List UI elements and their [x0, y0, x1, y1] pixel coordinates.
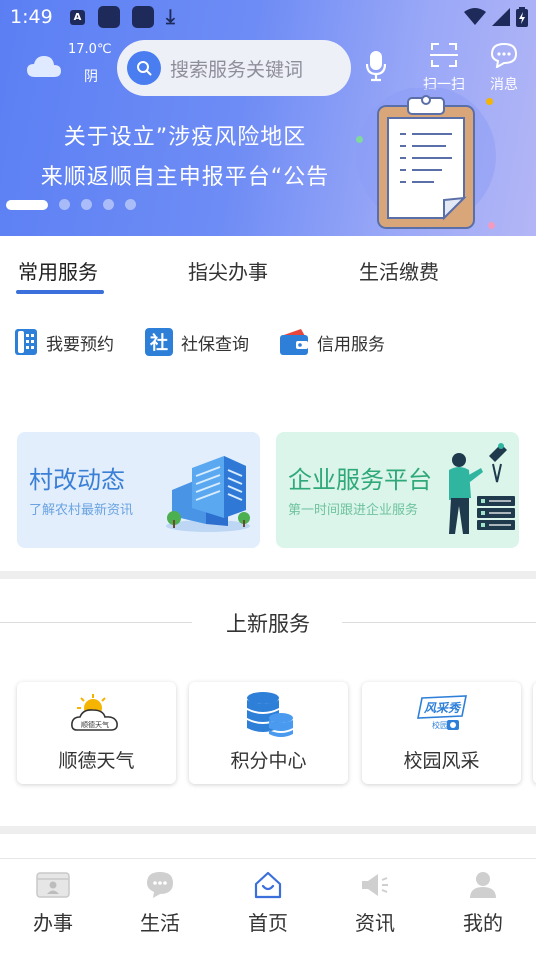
pagination-dot[interactable]	[81, 199, 92, 210]
phone-booking-icon	[15, 329, 37, 355]
campus-icon-text: 风采秀	[423, 701, 461, 715]
service-card-weather[interactable]: 顺德天气 顺德天气	[17, 682, 176, 784]
quick-service-social-security[interactable]: 社 社保查询	[145, 328, 249, 356]
promo-card-subtitle: 第一时间跟进企业服务	[288, 503, 419, 518]
nav-label: 生活	[140, 911, 180, 935]
points-coins-icon	[246, 692, 293, 737]
tab-common-services[interactable]: 常用服务	[18, 256, 98, 285]
banner-pagination	[6, 199, 136, 210]
id-card-icon	[36, 872, 70, 898]
service-card-points[interactable]: 积分中心	[189, 682, 348, 784]
pagination-dot[interactable]	[103, 199, 114, 210]
microphone-icon[interactable]	[366, 50, 386, 82]
status-time: 1:49	[10, 6, 53, 28]
service-tabs: 常用服务 指尖办事 生活缴费	[0, 236, 536, 302]
service-card-label: 顺德天气	[58, 750, 135, 772]
decor-dot	[488, 222, 495, 229]
battery-icon	[516, 7, 528, 27]
bottom-navigation: 办事 生活 首页 资讯 我的	[0, 858, 536, 954]
message-icon	[490, 42, 518, 69]
social-security-icon: 社	[145, 328, 173, 356]
nav-item-home[interactable]: 首页	[233, 869, 303, 936]
nav-item-mine[interactable]: 我的	[448, 869, 518, 936]
download-icon: ⤓	[166, 4, 175, 28]
section-title-line	[342, 622, 536, 623]
status-bar: 1:49 A ⤓	[0, 0, 536, 36]
server-rack-icon	[449, 443, 515, 534]
clipboard-illustration	[356, 88, 496, 229]
weather-temperature: 17.0℃	[68, 42, 112, 57]
scan-icon	[430, 43, 458, 67]
cell-signal-icon	[492, 8, 510, 26]
quick-service-label: 我要预约	[46, 334, 114, 355]
app-notification-icon	[132, 6, 154, 28]
nav-item-life[interactable]: 生活	[125, 869, 195, 936]
banner-line-2: 来顺返顺自主申报平台“公告	[40, 165, 330, 190]
quick-service-label: 信用服务	[317, 334, 385, 355]
quick-service-credit[interactable]: 信用服务	[279, 328, 385, 356]
promo-card-title: 村改动态	[29, 466, 125, 494]
promo-card-enterprise-platform[interactable]: 企业服务平台 第一时间跟进企业服务	[276, 432, 519, 548]
quick-service-label: 社保查询	[181, 334, 249, 355]
service-card-label: 积分中心	[230, 750, 307, 772]
promo-card-village-news[interactable]: 村改动态 了解农村最新资讯	[17, 432, 260, 548]
megaphone-icon	[362, 874, 388, 896]
search-placeholder: 搜索服务关键词	[170, 58, 304, 81]
banner-line-1: 关于设立”涉疫风险地区	[63, 125, 307, 150]
nav-label: 我的	[463, 911, 503, 935]
promo-card-title: 企业服务平台	[288, 466, 432, 494]
quick-services: 我要预约 社 社保查询 信用服务	[0, 322, 536, 366]
hero-header: 1:49 A ⤓ 17.0℃ 阴 搜索服务关键词 扫一扫 消息 关于设立”涉疫风…	[0, 0, 536, 236]
service-card-label: 校园风采	[403, 750, 480, 772]
status-indicators	[464, 7, 528, 27]
messages-button[interactable]: 消息	[478, 42, 530, 94]
quick-service-booking[interactable]: 我要预约	[14, 328, 114, 356]
decor-dot	[356, 136, 363, 143]
campus-style-icon: 风采秀 校园	[416, 695, 467, 730]
section-divider	[0, 571, 536, 579]
user-icon	[470, 872, 496, 898]
section-divider	[0, 826, 536, 834]
notification-a-icon: A	[70, 10, 85, 25]
weather-condition: 阴	[84, 69, 98, 85]
pagination-dot[interactable]	[59, 199, 70, 210]
chat-bubble-icon	[147, 872, 173, 898]
buildings-icon	[166, 456, 250, 532]
wifi-icon	[464, 8, 486, 25]
tab-fingertip-affairs[interactable]: 指尖办事	[188, 256, 268, 285]
search-icon	[127, 51, 161, 85]
decor-dot	[486, 98, 493, 105]
nav-label: 首页	[248, 911, 288, 935]
credit-wallet-icon	[280, 329, 308, 355]
weather-icon-text: 顺德天气	[81, 720, 109, 729]
active-tab-indicator	[16, 290, 104, 294]
new-services-title: 上新服务	[226, 612, 310, 636]
svg-text:社: 社	[150, 332, 168, 354]
app-notification-icon	[98, 6, 120, 28]
search-bar[interactable]: 搜索服务关键词	[117, 40, 351, 96]
nav-label: 资讯	[355, 911, 395, 935]
weather-icon: 顺德天气	[70, 694, 118, 731]
promo-card-subtitle: 了解农村最新资讯	[29, 503, 134, 518]
scan-button[interactable]: 扫一扫	[418, 42, 470, 94]
banner-announcement[interactable]: 关于设立”涉疫风险地区 来顺返顺自主申报平台“公告	[20, 118, 350, 198]
campus-icon-subtext: 校园	[432, 720, 448, 730]
cloud-icon	[27, 56, 61, 77]
nav-item-news[interactable]: 资讯	[340, 869, 410, 936]
pagination-dot[interactable]	[125, 199, 136, 210]
nav-label: 办事	[33, 911, 73, 935]
tab-utility-payment[interactable]: 生活缴费	[359, 256, 439, 285]
service-card-campus[interactable]: 风采秀 校园 校园风采	[362, 682, 521, 784]
pagination-dot-active[interactable]	[6, 199, 48, 210]
nav-item-affairs[interactable]: 办事	[18, 869, 88, 936]
home-icon	[254, 871, 282, 899]
weather-widget[interactable]: 17.0℃ 阴	[22, 42, 117, 90]
